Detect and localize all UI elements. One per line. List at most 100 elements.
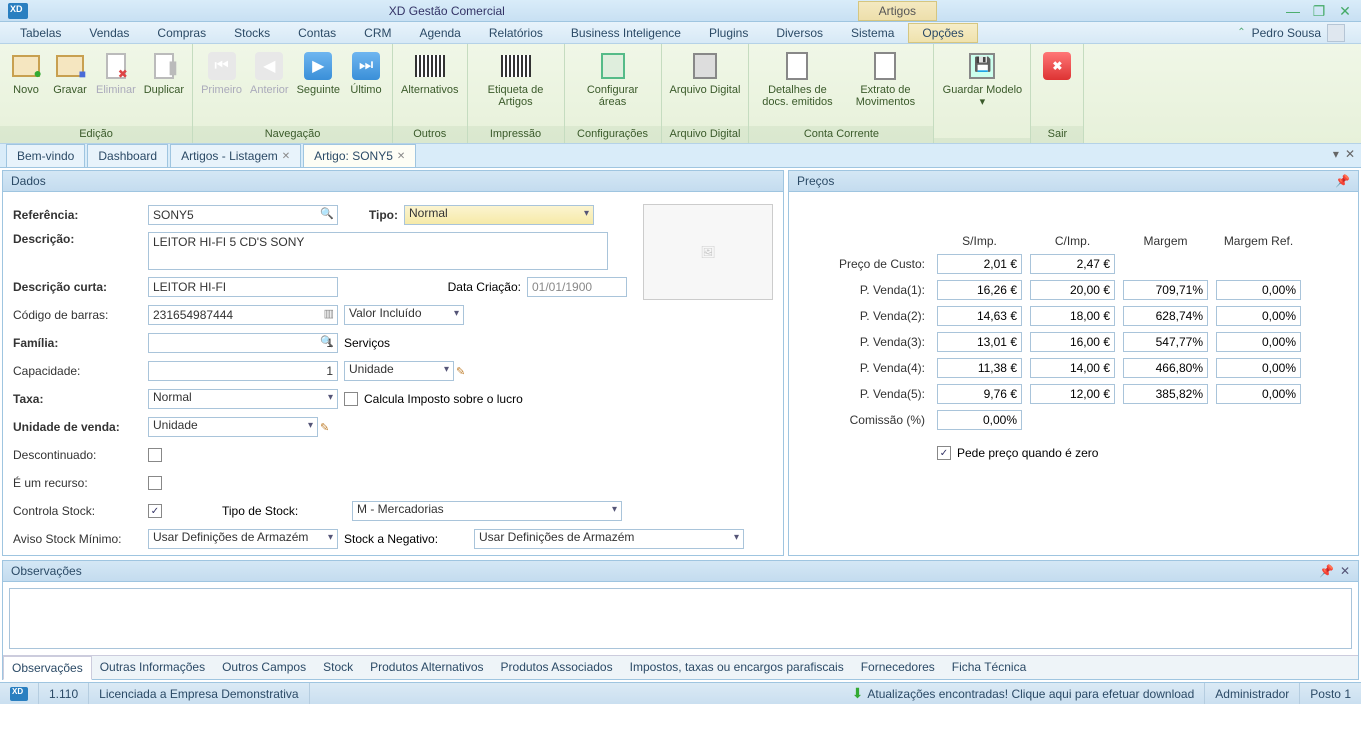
pv2-margem[interactable]: 628,74% [1123,306,1208,326]
pin-icon[interactable]: 📌 [1335,174,1350,188]
pv1-simp[interactable]: 16,26 € [937,280,1022,300]
aviso-stock-select[interactable]: Usar Definições de Armazém [148,529,338,549]
ribbon-arquivo-button[interactable]: Arquivo Digital [666,48,745,98]
image-placeholder[interactable]: 🖼 [643,204,773,300]
doc-tab[interactable]: Artigo: SONY5✕ [303,144,416,167]
restore-icon[interactable]: ❐ [1307,4,1331,18]
tabs-menu-icon[interactable]: ▾ [1333,147,1339,161]
search-icon[interactable]: 🔍 [320,207,334,220]
tabs-close-icon[interactable]: ✕ [1345,147,1355,161]
desc-curta-input[interactable] [148,277,338,297]
pv3-mref[interactable]: 0,00% [1216,332,1301,352]
pencil-icon[interactable]: ✎ [320,421,329,434]
descricao-input[interactable]: LEITOR HI-FI 5 CD'S SONY [148,232,608,270]
pv5-margem[interactable]: 385,82% [1123,384,1208,404]
bottom-tab[interactable]: Impostos, taxas ou encargos parafiscais [622,656,853,679]
status-posto[interactable]: Posto 1 [1300,683,1361,704]
recurso-checkbox[interactable] [148,476,162,490]
controla-stock-checkbox[interactable]: ✓ [148,504,162,518]
barcode-mode-select[interactable]: Valor Incluído [344,305,464,325]
pv1-margem[interactable]: 709,71% [1123,280,1208,300]
pv4-mref[interactable]: 0,00% [1216,358,1301,378]
pv5-cimp[interactable]: 12,00 € [1030,384,1115,404]
ribbon-seguinte-button[interactable]: ▶Seguinte [293,48,344,98]
bottom-tab[interactable]: Produtos Alternativos [362,656,492,679]
custo-simp[interactable]: 2,01 € [937,254,1022,274]
capacidade-un-select[interactable]: Unidade [344,361,454,381]
menu-item-vendas[interactable]: Vendas [75,23,143,43]
pv3-margem[interactable]: 547,77% [1123,332,1208,352]
stock-negativo-select[interactable]: Usar Definições de Armazém [474,529,744,549]
tipo-select[interactable]: Normal [404,205,594,225]
menu-item-business inteligence[interactable]: Business Inteligence [557,23,695,43]
close-icon[interactable]: ✕ [1333,4,1357,18]
taxa-select[interactable]: Normal [148,389,338,409]
custo-cimp[interactable]: 2,47 € [1030,254,1115,274]
bottom-tab[interactable]: Produtos Associados [493,656,622,679]
bottom-tab[interactable]: Ficha Técnica [944,656,1035,679]
ribbon-guardar-modelo-button[interactable]: Guardar Modelo ▾ [938,48,1026,110]
bottom-tab[interactable]: Outras Informações [92,656,214,679]
ribbon-alternativos-button[interactable]: Alternativos [397,48,462,98]
close-icon[interactable]: ✕ [282,151,290,162]
ribbon-novo-button[interactable]: Novo [4,48,48,98]
close-icon[interactable]: ✕ [1340,564,1350,578]
tipo-stock-select[interactable]: M - Mercadorias [352,501,622,521]
pv5-simp[interactable]: 9,76 € [937,384,1022,404]
menu-item-opções[interactable]: Opções [908,23,977,43]
ribbon-extrato-button[interactable]: Extrato de Movimentos [841,48,929,110]
familia-input[interactable] [148,333,338,353]
close-icon[interactable]: ✕ [397,151,405,162]
pin-icon[interactable]: 📌 [1319,564,1334,578]
ribbon-ultimo-button[interactable]: ⏭Último [344,48,388,98]
unidade-venda-select[interactable]: Unidade [148,417,318,437]
menu-item-stocks[interactable]: Stocks [220,23,284,43]
pv5-mref[interactable]: 0,00% [1216,384,1301,404]
menu-item-plugins[interactable]: Plugins [695,23,762,43]
ribbon-gravar-button[interactable]: Gravar [48,48,92,98]
ribbon-duplicar-button[interactable]: Duplicar [140,48,188,98]
ribbon-sair-button[interactable]: ✖ [1035,48,1079,86]
capacidade-input[interactable] [148,361,338,381]
menu-item-agenda[interactable]: Agenda [405,23,474,43]
pv3-cimp[interactable]: 16,00 € [1030,332,1115,352]
bottom-tab[interactable]: Outros Campos [214,656,315,679]
pv2-simp[interactable]: 14,63 € [937,306,1022,326]
referencia-input[interactable] [148,205,338,225]
bottom-tab[interactable]: Observações [3,656,92,680]
pencil-icon[interactable]: ✎ [456,365,465,378]
descontinuado-checkbox[interactable] [148,448,162,462]
obs-textarea[interactable] [9,588,1352,649]
pv3-simp[interactable]: 13,01 € [937,332,1022,352]
comissao-input[interactable]: 0,00% [937,410,1022,430]
status-update-link[interactable]: ⬇ Atualizações encontradas! Clique aqui … [842,683,1206,704]
menu-item-diversos[interactable]: Diversos [762,23,837,43]
menu-item-contas[interactable]: Contas [284,23,350,43]
barcode-icon[interactable]: ▥ [324,307,334,320]
menu-item-compras[interactable]: Compras [143,23,220,43]
menu-item-sistema[interactable]: Sistema [837,23,908,43]
doc-tab[interactable]: Dashboard [87,144,168,167]
pv2-mref[interactable]: 0,00% [1216,306,1301,326]
pv4-margem[interactable]: 466,80% [1123,358,1208,378]
doc-tab[interactable]: Artigos - Listagem✕ [170,144,301,167]
pv1-cimp[interactable]: 20,00 € [1030,280,1115,300]
bottom-tab[interactable]: Stock [315,656,362,679]
status-admin[interactable]: Administrador [1205,683,1300,704]
pede-preco-checkbox[interactable]: ✓ [937,446,951,460]
minimize-icon[interactable]: — [1281,4,1305,18]
search-icon[interactable]: 🔍 [320,335,334,348]
user-menu[interactable]: ⌃ Pedro Sousa [1227,24,1355,42]
pv1-mref[interactable]: 0,00% [1216,280,1301,300]
ribbon-detalhes-button[interactable]: Detalhes de docs. emitidos [753,48,841,110]
codigo-barras-input[interactable] [148,305,338,325]
menu-item-crm[interactable]: CRM [350,23,405,43]
calcula-imposto-checkbox[interactable] [344,392,358,406]
pv2-cimp[interactable]: 18,00 € [1030,306,1115,326]
data-criacao-input[interactable] [527,277,627,297]
menu-item-tabelas[interactable]: Tabelas [6,23,75,43]
section-tab[interactable]: Artigos [858,1,937,21]
bottom-tab[interactable]: Fornecedores [853,656,944,679]
pv4-cimp[interactable]: 14,00 € [1030,358,1115,378]
pv4-simp[interactable]: 11,38 € [937,358,1022,378]
